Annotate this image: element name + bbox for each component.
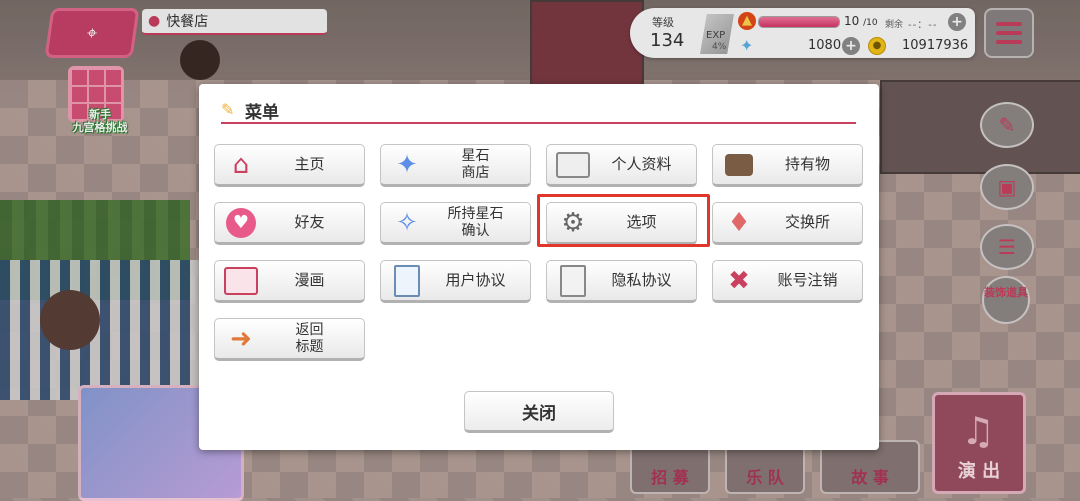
exchange-icon: ♦ bbox=[727, 207, 751, 238]
menu-item-label: 个人资料 bbox=[611, 155, 672, 173]
menu-delete-account-button[interactable]: ✖ 账号注销 bbox=[712, 260, 863, 303]
menu-item-label: 星石 商店 bbox=[427, 148, 530, 182]
menu-title-row: ✎ 菜单 bbox=[221, 98, 856, 124]
bag-icon bbox=[725, 153, 753, 176]
menu-item-label: 返回 标题 bbox=[261, 322, 364, 356]
menu-star-shop-button[interactable]: ✦ 星石 商店 bbox=[380, 144, 531, 187]
menu-profile-button[interactable]: 个人资料 bbox=[546, 144, 697, 187]
document-icon bbox=[394, 264, 420, 297]
menu-item-label: 持有物 bbox=[784, 155, 830, 173]
menu-inventory-button[interactable]: 持有物 bbox=[712, 144, 863, 187]
menu-star-confirm-button[interactable]: ✧ 所持星石 确认 bbox=[380, 202, 531, 245]
comic-icon bbox=[224, 266, 258, 295]
menu-user-agreement-button[interactable]: 用户协议 bbox=[380, 260, 531, 303]
menu-title: 菜单 bbox=[245, 103, 279, 123]
friends-heart-icon: ♥ bbox=[226, 207, 256, 238]
menu-exchange-button[interactable]: ♦ 交换所 bbox=[712, 202, 863, 245]
menu-item-label: 用户协议 bbox=[445, 271, 506, 289]
menu-item-label-line1: 返回 bbox=[295, 321, 324, 338]
menu-item-label: 漫画 bbox=[294, 271, 325, 289]
menu-item-label-line2: 确认 bbox=[461, 222, 490, 239]
menu-dialog: ✎ 菜单 ⌂ 主页 ✦ 星石 商店 个人资料 持有物 ♥ 好友 ✧ 所持星石 确认 … bbox=[199, 84, 879, 450]
close-label: 关闭 bbox=[522, 403, 556, 424]
star-stone-icon: ✦ bbox=[396, 149, 418, 180]
menu-item-label-line1: 所持星石 bbox=[447, 205, 504, 222]
menu-home-button[interactable]: ⌂ 主页 bbox=[214, 144, 365, 187]
menu-comic-button[interactable]: 漫画 bbox=[214, 260, 365, 303]
profile-card-icon bbox=[556, 151, 590, 178]
menu-privacy-button[interactable]: 隐私协议 bbox=[546, 260, 697, 303]
menu-item-label: 账号注销 bbox=[777, 271, 838, 289]
star-search-icon: ✧ bbox=[396, 207, 418, 238]
house-icon: ⌂ bbox=[232, 149, 250, 180]
menu-item-label: 所持星石 确认 bbox=[427, 206, 530, 240]
menu-friends-button[interactable]: ♥ 好友 bbox=[214, 202, 365, 245]
close-button[interactable]: 关闭 bbox=[464, 391, 614, 433]
menu-item-label: 隐私协议 bbox=[611, 271, 672, 289]
tools-icon: ✖ bbox=[728, 265, 750, 296]
menu-item-label: 交换所 bbox=[784, 213, 830, 231]
pencil-icon: ✎ bbox=[221, 100, 235, 119]
menu-item-label: 主页 bbox=[294, 155, 325, 173]
options-highlight-box bbox=[537, 194, 710, 247]
lock-document-icon bbox=[560, 264, 586, 297]
menu-item-label-line2: 标题 bbox=[295, 338, 324, 355]
menu-item-label-line2: 商店 bbox=[461, 164, 490, 181]
menu-item-label-line1: 星石 bbox=[461, 147, 490, 164]
menu-item-label: 好友 bbox=[294, 213, 325, 231]
menu-return-title-button[interactable]: ➜ 返回 标题 bbox=[214, 318, 365, 361]
return-icon: ➜ bbox=[230, 323, 252, 354]
